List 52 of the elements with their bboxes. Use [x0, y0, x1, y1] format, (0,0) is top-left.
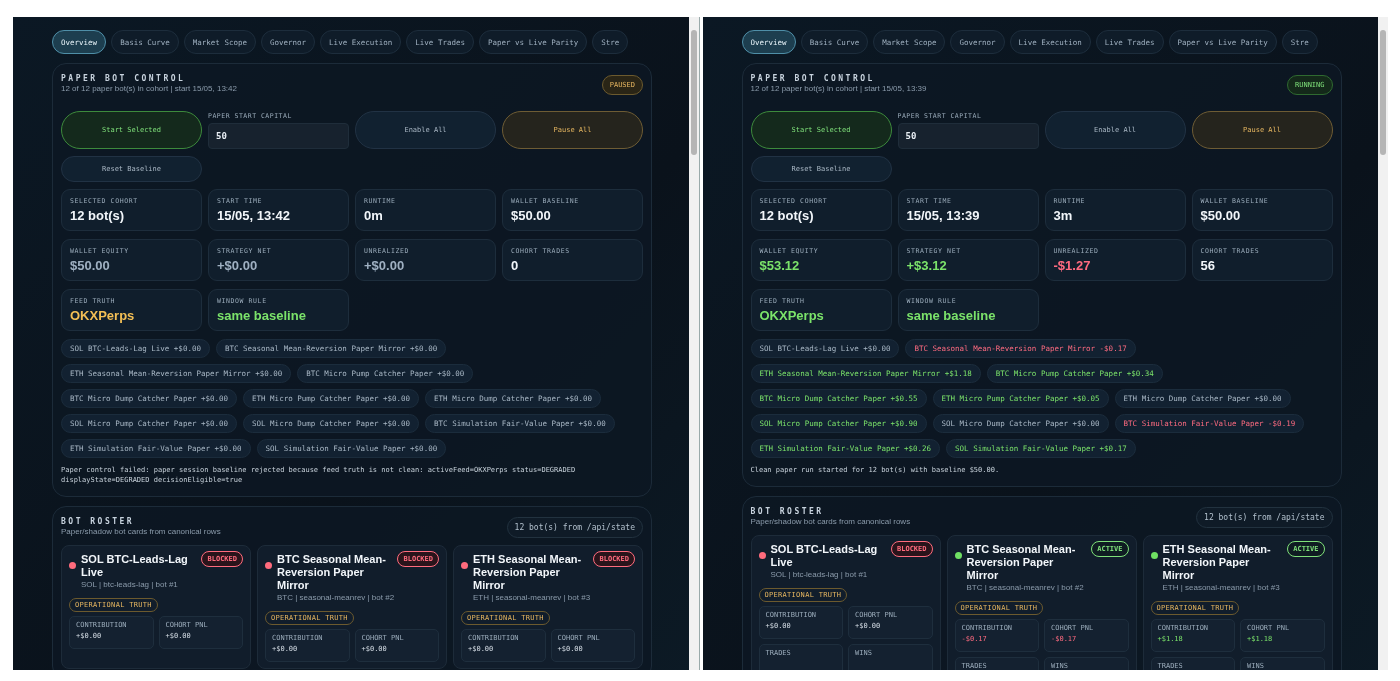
panel-subtitle: Paper/shadow bot cards from canonical rows	[750, 516, 911, 526]
bot-name: ETH Seasonal Mean-Reversion Paper Mirror	[473, 552, 583, 592]
stat-value: same baseline	[906, 308, 997, 323]
status-dot-icon	[265, 561, 272, 569]
bot-meta: BTC | seasonal-meanrev | bot #2	[277, 592, 396, 602]
stat-value: OKXPerps	[70, 308, 136, 323]
stat-value: $50.00	[70, 258, 111, 273]
bot-name: SOL BTC-Leads-Lag Live	[81, 552, 189, 579]
status-dot-icon	[758, 551, 766, 559]
stat-value: 3m	[1053, 208, 1074, 223]
stat-value: $50.00	[1200, 208, 1242, 223]
stat-value: 15/05, 13:39	[906, 208, 981, 223]
scrollbar[interactable]	[688, 17, 699, 670]
bot-name: BTC Seasonal Mean-Reversion Paper Mirror	[277, 552, 387, 592]
panel-title: PAPER BOT CONTROL	[61, 74, 187, 83]
stat-value: +$3.12	[906, 258, 948, 273]
source-badge: 12 bot(s) from /api/state	[506, 516, 643, 538]
bot-name: ETH Seasonal Mean-Reversion Paper Mirror	[1162, 542, 1272, 582]
stat-value: $50.00	[511, 208, 552, 223]
bot-meta: SOL | btc-leads-lag | bot #1	[770, 569, 869, 579]
stat-value: 12 bot(s)	[759, 208, 815, 223]
panel-title: BOT ROSTER	[61, 516, 136, 526]
stat-value: +$0.00	[217, 258, 259, 273]
stat-value: 12 bot(s)	[70, 208, 126, 223]
bot-meta: BTC | seasonal-meanrev | bot #2	[966, 582, 1085, 592]
bot-meta: SOL | btc-leads-lag | bot #1	[81, 579, 179, 589]
panel-subtitle: 12 of 12 paper bot(s) in cohort | start 15/05, 13:39	[750, 84, 927, 93]
status-dot-icon	[954, 551, 962, 559]
panel-subtitle: 12 of 12 paper bot(s) in cohort | start 15/05, 13:42	[61, 84, 237, 93]
scrollbar[interactable]	[1378, 17, 1388, 670]
panel-title: BOT ROSTER	[750, 506, 825, 516]
status-dot-icon	[1150, 551, 1158, 559]
stat-value: 0	[511, 258, 520, 273]
panel-subtitle: Paper/shadow bot cards from canonical rows	[61, 526, 221, 536]
stat-value: +$0.00	[364, 258, 406, 273]
bot-meta: ETH | seasonal-meanrev | bot #3	[1162, 582, 1281, 592]
capital-input-field[interactable]: 50	[208, 123, 349, 149]
stat-value: OKXPerps	[759, 308, 825, 323]
stat-value: $53.12	[759, 258, 801, 273]
status-dot-icon	[461, 561, 468, 569]
stat-value: same baseline	[217, 308, 307, 323]
panel-title: PAPER BOT CONTROL	[750, 74, 876, 83]
stat-value: 56	[1200, 258, 1216, 273]
capital-input-field[interactable]: 50	[897, 123, 1039, 149]
bot-name: SOL BTC-Leads-Lag Live	[770, 542, 879, 569]
status-dot-icon	[69, 561, 76, 569]
stat-value: 0m	[364, 208, 384, 223]
stat-value: 15/05, 13:42	[217, 208, 291, 223]
bot-meta: ETH | seasonal-meanrev | bot #3	[473, 592, 592, 602]
stat-value: -$1.27	[1053, 258, 1092, 273]
bot-name: BTC Seasonal Mean-Reversion Paper Mirror	[966, 542, 1077, 582]
source-badge: 12 bot(s) from /api/state	[1196, 506, 1333, 528]
